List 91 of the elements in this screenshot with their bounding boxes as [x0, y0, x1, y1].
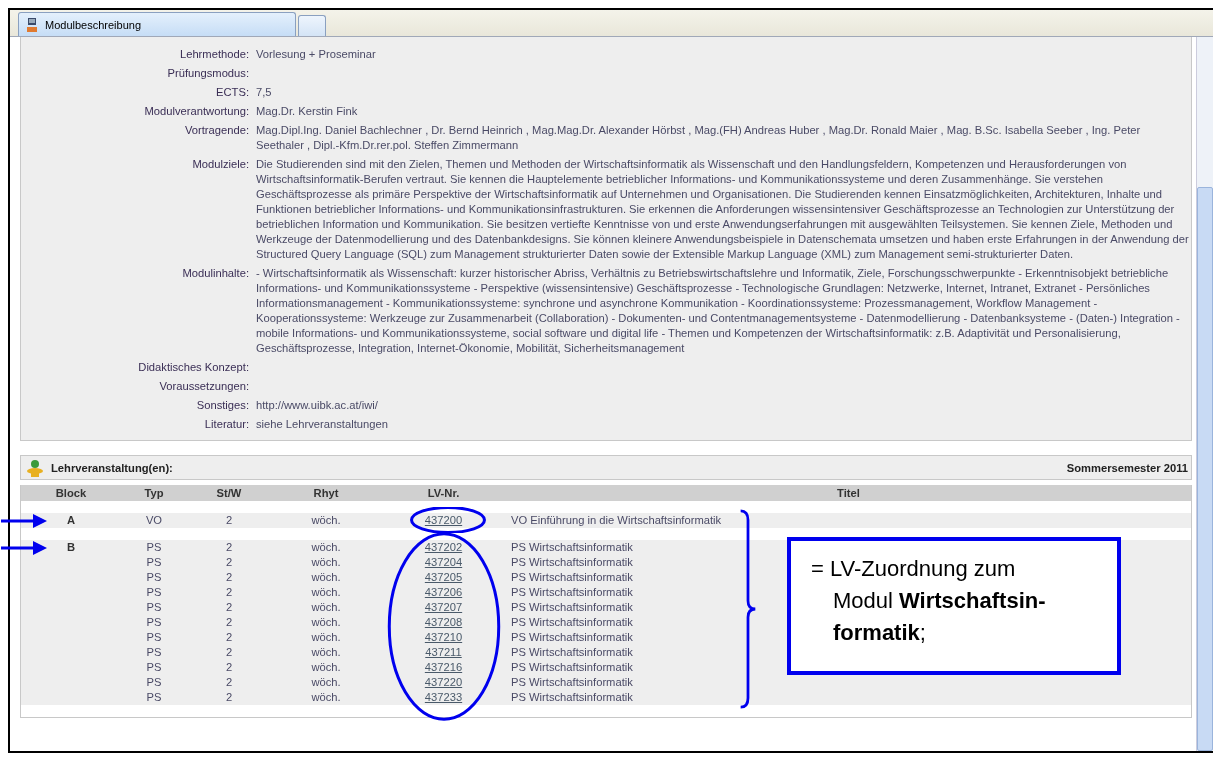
course-number-link[interactable]: 437204 [424, 556, 463, 568]
field-label: Modulziele: [191, 157, 249, 172]
hours-cell: 2 [225, 616, 233, 628]
hours-cell: 2 [225, 541, 233, 553]
rhythm-cell: wöch. [311, 631, 341, 643]
column-header: St/W [215, 486, 243, 501]
type-cell: PS [146, 556, 162, 568]
block-cell: B [66, 541, 76, 553]
section-title: Lehrveranstaltung(en): [51, 461, 174, 474]
block-cell: A [66, 514, 76, 526]
type-cell: PS [146, 676, 162, 688]
course-title-cell: PS Wirtschaftsinformatik [511, 631, 633, 643]
course-title-cell: PS Wirtschaftsinformatik [511, 616, 633, 628]
field-value: Vorlesung + Proseminar [256, 47, 377, 62]
column-header: Titel [836, 486, 861, 501]
rhythm-cell: wöch. [311, 571, 341, 583]
course-number-link[interactable]: 437210 [424, 631, 463, 643]
hours-cell: 2 [225, 676, 233, 688]
tab-title: Modulbeschreibung [45, 18, 141, 31]
type-cell: PS [146, 571, 162, 583]
hours-cell: 2 [225, 586, 233, 598]
hours-cell: 2 [225, 661, 233, 673]
course-number-link[interactable]: 437220 [424, 676, 463, 688]
field-label: Vortragende: [183, 123, 249, 138]
semester-label: Sommersemester 2011 [1066, 461, 1188, 474]
rhythm-cell: wöch. [311, 616, 341, 628]
field-label: Prüfungsmodus: [166, 66, 249, 81]
type-cell: PS [146, 631, 162, 643]
type-cell: PS [146, 661, 162, 673]
course-number-link[interactable]: 437211 [425, 646, 462, 658]
type-cell: PS [146, 646, 162, 658]
column-header: Block [54, 486, 88, 501]
field-label: Modulverantwortung: [143, 104, 249, 119]
column-header: Rhyt [312, 486, 340, 501]
course-number-link[interactable]: 437233 [424, 691, 463, 703]
course-number-link[interactable]: 437206 [424, 586, 463, 598]
column-header: LV-Nr. [426, 486, 461, 501]
field-label: Didaktisches Konzept: [137, 360, 249, 375]
field-label: Sonstiges: [195, 398, 249, 413]
field-value: Mag.Dr. Kerstin Fink [256, 104, 359, 119]
field-label: ECTS: [215, 85, 249, 100]
course-number-link[interactable]: 437207 [424, 601, 463, 613]
hours-cell: 2 [225, 514, 233, 526]
field-value: - Wirtschaftsinformatik als Wissenschaft: kurzer historischer Abriss, Verhältnis zu Betriebswirtschaftslehre und Informatik, Ziele, Forschungsschwerpunkte - Erkenntnisobjekt betriebliche Informations- und Kommunikationssysteme - Perspektive (wissensintensive) Geschäftsprozesse - Technologische Grundlagen: Netzwerke, Internet, Intranet, Extranet - Persönliches Informationsmanagement - Kommunikationssysteme: synchrone und asynchrone Kommunikation - Koordinationssysteme: Prozessmanagement, Workflow Management - Kooperationssysteme: Werkzeuge zur Zusammenarbeit (Collaboration) - Dokumenten- und Contentmanagementsysteme - Datenmodellierung - Datenbanksysteme - (Daten-) Integration - mobile Informations- und Kommunikationssysteme, social software und digital life - Themen und Kompetenzen der Wirtschaftsinformatik: z.B. Adaptivität und Personalisierung, Geschäftsprozesse, Integration, Internet-Ökonomie, Mobilität, Sicherheitsmanagement [256, 266, 1181, 356]
rhythm-cell: wöch. [311, 661, 341, 673]
rhythm-cell: wöch. [311, 676, 341, 688]
course-title-cell: PS Wirtschaftsinformatik [511, 646, 633, 658]
hours-cell: 2 [225, 601, 233, 613]
course-title-cell: PS Wirtschaftsinformatik [511, 676, 633, 688]
hours-cell: 2 [225, 646, 233, 658]
course-title-cell: PS Wirtschaftsinformatik [511, 541, 633, 553]
course-title-cell: PS Wirtschaftsinformatik [511, 601, 633, 613]
course-title-cell: PS Wirtschaftsinformatik [511, 661, 633, 673]
rhythm-cell: wöch. [311, 646, 341, 658]
field-value: Die Studierenden sind mit den Zielen, Themen und Methoden der Wirtschaftsinformatik als Wissenschaft und den Handlungsfeldern, Kompetenzen und Herausforderungen von Wirtschaftsinformatik-Berufen vertraut. Sie kennen die Hauptelemente betrieblicher Informations- und Kommunikationssysteme und deren Zusammenhänge. Sie verstehen Geschäftsprozesse als primäre Perspektive der Wirtschaftsinformatik auf Unternehmen und Organisationen. Die Studierenden kennen Einsatzmöglichkeiten, Architekturen, Inhalte und Funktionen betrieblicher Informations- und Kommunikationsinfrastrukturen. Sie erkennen die Anforderungen wissensintensiver Geschäftsprozesse an Technologien zur Unterstützung der betrieblichen Information und Kommunikation. Sie besitzen vertiefte Kenntnisse von und erste Anwendungserfahrungen mit ausgewählten Teilsystemen. Sie kennen Ziele, Methoden und Werkzeuge der Datenmodellierung und des Datenbankdesigns. Sie können kleinere Anwendungsbeispiele in Datenschemata umsetzen und haben erste Erfahrungen in der Anwendung der Structured Query Language (SQL) zum Management strukturierter Daten sowie der Extensible Markup Language (XML) zum Management semi-strukturierter Daten. [256, 157, 1190, 262]
field-value: Mag.Dipl.Ing. Daniel Bachlechner , Dr. Bernd Heinrich , Mag.Mag.Dr. Alexander Hörbst , Mag.(FH) Andreas Huber , Mag.Dr. Ronald Maier , Mag. B.Sc. Isabella Seeber , Ing. Peter Seethaler , Dipl.-Kfm.Dr.rer.pol. Steffen Zimmermann [256, 123, 1142, 153]
course-title-cell: PS Wirtschaftsinformatik [511, 691, 633, 703]
type-cell: PS [146, 601, 162, 613]
annotation-callout: = LV-Zuordnung zum Modul Wirtschaftsin-formatik; [787, 537, 1121, 675]
field-value: siehe Lehrveranstaltungen [256, 417, 389, 432]
rhythm-cell: wöch. [311, 586, 341, 598]
field-value: http://www.uibk.ac.at/iwi/ [256, 398, 379, 413]
course-number-link[interactable]: 437208 [424, 616, 463, 628]
hours-cell: 2 [225, 631, 233, 643]
rhythm-cell: wöch. [311, 691, 341, 703]
field-label: Literatur: [203, 417, 249, 432]
rhythm-cell: wöch. [311, 556, 341, 568]
type-cell: PS [146, 586, 162, 598]
type-cell: PS [146, 541, 162, 553]
type-cell: PS [146, 691, 162, 703]
column-header: Typ [143, 486, 165, 501]
course-number-link[interactable]: 437205 [424, 571, 463, 583]
rhythm-cell: wöch. [311, 514, 341, 526]
field-value: 7,5 [256, 85, 273, 100]
course-number-link[interactable]: 437202 [424, 541, 463, 553]
field-label: Lehrmethode: [178, 47, 249, 62]
type-cell: VO [145, 514, 163, 526]
course-title-cell: VO Einführung in die Wirtschaftsinformatik [511, 514, 722, 526]
hours-cell: 2 [225, 571, 233, 583]
field-label: Voraussetzungen: [158, 379, 249, 394]
hours-cell: 2 [225, 556, 233, 568]
rhythm-cell: wöch. [311, 541, 341, 553]
course-title-cell: PS Wirtschaftsinformatik [511, 571, 633, 583]
browser-tab[interactable]: Modulbeschreibung [18, 12, 296, 36]
course-title-cell: PS Wirtschaftsinformatik [511, 586, 633, 598]
course-number-link[interactable]: 437216 [424, 661, 463, 673]
type-cell: PS [146, 616, 162, 628]
course-title-cell: PS Wirtschaftsinformatik [511, 556, 633, 568]
hours-cell: 2 [225, 691, 233, 703]
rhythm-cell: wöch. [311, 601, 341, 613]
field-label: Modulinhalte: [181, 266, 249, 281]
